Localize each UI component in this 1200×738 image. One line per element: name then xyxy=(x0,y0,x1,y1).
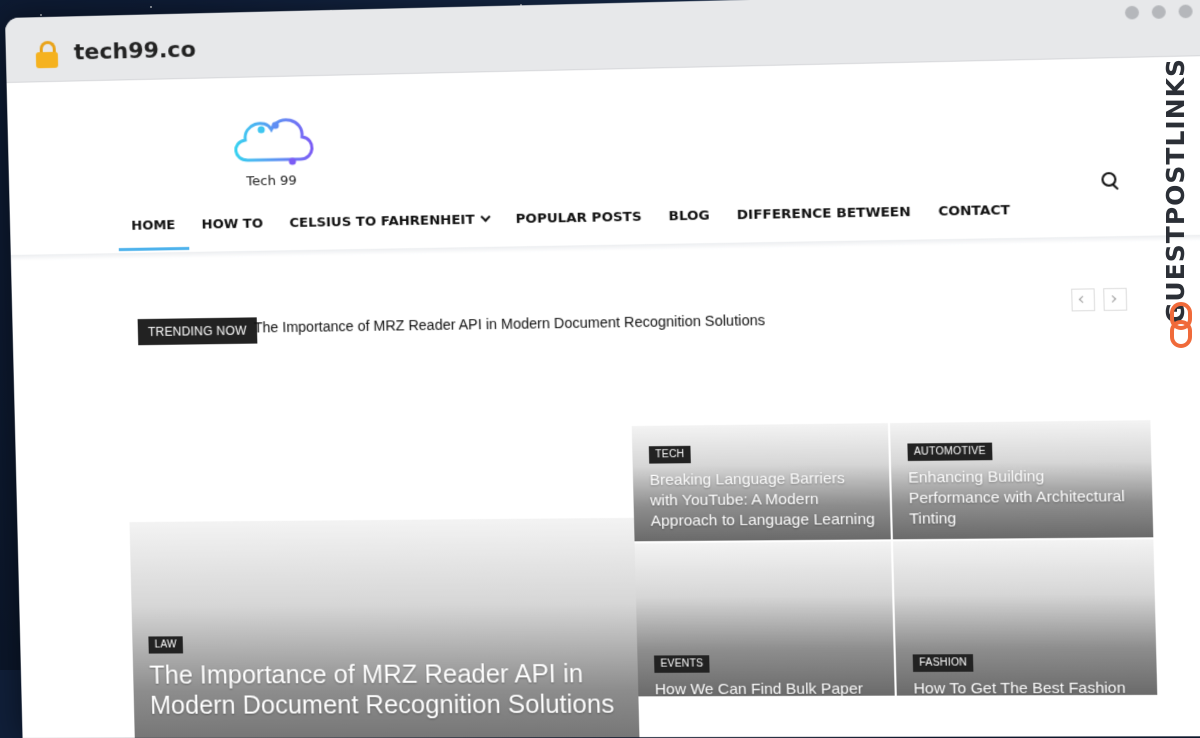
category-badge[interactable]: TECH xyxy=(649,446,691,464)
nav-item-popular-posts[interactable]: POPULAR POSTS xyxy=(502,199,656,238)
nav-item-how-to[interactable]: HOW TO xyxy=(188,206,277,244)
nav-item-contact[interactable]: CONTACT xyxy=(924,192,1024,231)
window-dot-icon[interactable] xyxy=(1152,5,1166,19)
search-icon[interactable] xyxy=(1101,172,1119,189)
category-badge[interactable]: AUTOMOTIVE xyxy=(907,443,992,461)
chevron-down-icon xyxy=(480,212,490,222)
category-badge[interactable]: LAW xyxy=(148,636,183,653)
window-dot-icon[interactable] xyxy=(1125,6,1139,20)
web-page: Tech 99 HOME HOW TO CELSIUS TO FAHRENHEI… xyxy=(7,55,1200,738)
trending-next-button[interactable] xyxy=(1103,288,1127,311)
nav-item-home[interactable]: HOME xyxy=(118,208,189,245)
featured-post-events[interactable]: EVENTS How We Can Find Bulk Paper xyxy=(635,541,895,696)
featured-post-tech[interactable]: TECH Breaking Language Barriers with You… xyxy=(632,423,891,541)
browser-window: tech99.co Tech 99 HOME xyxy=(5,0,1200,738)
featured-post-fashion[interactable]: FASHION How To Get The Best Fashion xyxy=(893,539,1157,695)
nav-item-blog[interactable]: BLOG xyxy=(655,198,724,236)
featured-main-post[interactable]: LAW The Importance of MRZ Reader API in … xyxy=(129,518,640,738)
post-title[interactable]: Breaking Language Barriers with YouTube:… xyxy=(649,469,878,532)
trending-prev-button[interactable] xyxy=(1071,288,1095,311)
lock-icon xyxy=(36,41,59,68)
featured-post-automotive[interactable]: AUTOMOTIVE Enhancing Building Performanc… xyxy=(890,420,1153,539)
main-nav: HOME HOW TO CELSIUS TO FAHRENHEIT POPULA… xyxy=(118,192,1025,245)
logo-text[interactable]: Tech 99 xyxy=(246,173,297,189)
nav-item-label: CELSIUS TO FAHRENHEIT xyxy=(289,213,475,231)
url-bar[interactable]: tech99.co xyxy=(74,37,197,65)
cloud-logo-icon[interactable] xyxy=(226,100,319,183)
link-logo-icon xyxy=(1168,300,1196,350)
post-title[interactable]: How We Can Find Bulk Paper xyxy=(655,679,883,696)
nav-item-difference-between[interactable]: DIFFERENCE BETWEEN xyxy=(723,194,925,235)
nav-item-celsius-to-fahrenheit[interactable]: CELSIUS TO FAHRENHEIT xyxy=(276,202,503,242)
trending-label: TRENDING NOW xyxy=(138,317,257,345)
category-badge[interactable]: FASHION xyxy=(913,654,974,672)
post-title[interactable]: Enhancing Building Performance with Arch… xyxy=(908,466,1140,530)
post-title[interactable]: How To Get The Best Fashion xyxy=(913,678,1144,695)
category-badge[interactable]: EVENTS xyxy=(654,655,710,673)
window-dot-icon[interactable] xyxy=(1178,4,1192,18)
window-controls xyxy=(1125,4,1193,19)
post-title[interactable]: The Importance of MRZ Reader API in Mode… xyxy=(149,659,627,721)
trending-headline[interactable]: The Importance of MRZ Reader API in Mode… xyxy=(254,312,765,336)
